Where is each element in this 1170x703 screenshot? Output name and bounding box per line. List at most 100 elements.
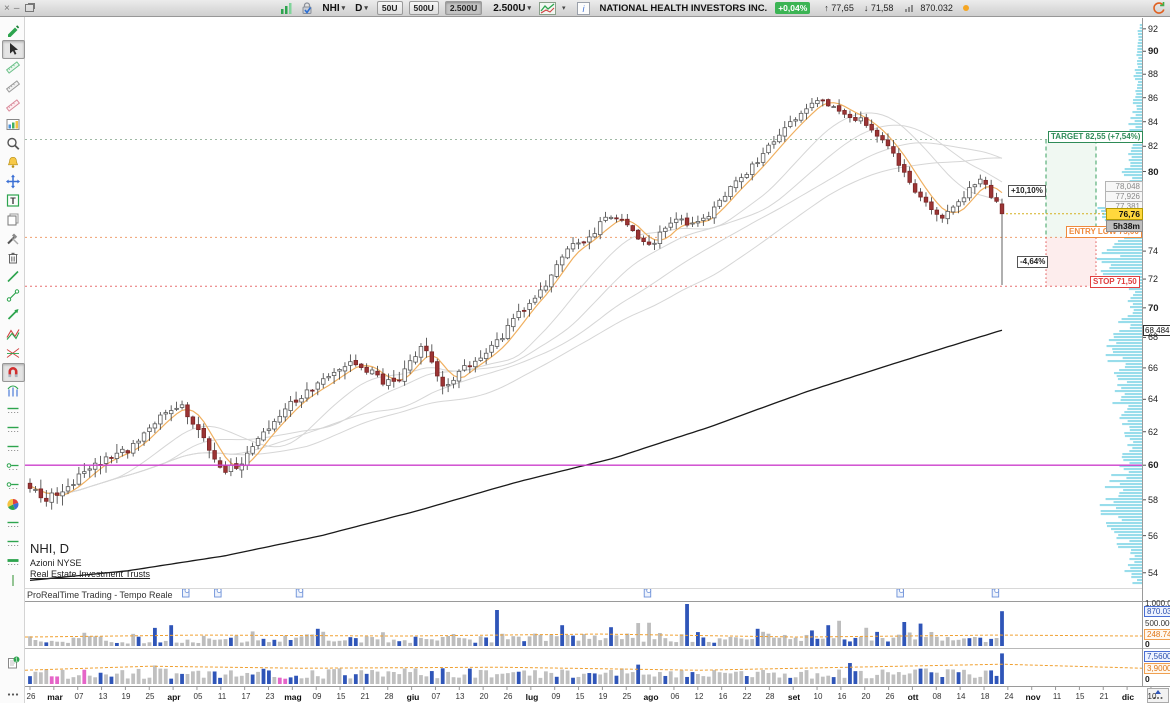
tool-cursor[interactable] [2,40,25,59]
info-icon[interactable]: i [576,1,592,16]
tool-horizontal-line-2[interactable] [2,420,25,439]
date-label-28: 12 [689,692,709,701]
tool-triangle-pattern[interactable] [2,344,25,363]
tool-horizontal-line-1[interactable] [2,401,25,420]
date-label-3: 13 [93,692,113,701]
tool-ruler-pink[interactable] [2,97,25,116]
segment-icon [6,288,20,305]
date-label-38: 08 [927,692,947,701]
tool-ruler-green[interactable] [2,59,25,78]
tool-indicator-window[interactable] [2,116,25,135]
volume-mid-label: 500.000 [1145,619,1170,628]
tool-horizontal-line-4[interactable] [2,515,25,534]
tool-circle-line-1[interactable] [2,458,25,477]
range-zero-label: 0 [1145,674,1150,684]
ruler-gray-icon [6,79,20,96]
session-countdown-label: 5h38m [1106,220,1143,232]
volume-panel-bars [25,604,1142,646]
chevron-down-icon[interactable]: ▾ [562,4,566,12]
tool-text[interactable]: T [2,192,25,211]
event-markers [183,589,999,598]
chart-sector-link[interactable]: Real Estate Investment Trusts [30,569,150,579]
units-dropdown[interactable]: 2.500U▾ [490,3,534,14]
text-icon: T [6,193,20,210]
units-dropdown-value: 2.500U [493,3,525,14]
chart-market-label: Azioni NYSE [30,558,82,568]
signal-bars-icon[interactable] [279,1,295,16]
status-dot-icon [963,5,969,11]
tool-pitchfork[interactable] [2,382,25,401]
date-label-47: 10 [1142,692,1162,701]
tool-duplicate[interactable] [2,211,25,230]
tool-trendline[interactable] [2,268,25,287]
close-window-icon[interactable]: × [4,3,10,14]
price-tick-58: 58 [1148,495,1158,505]
date-label-13: 15 [331,692,351,701]
tool-magnet[interactable] [2,363,25,382]
left-tool-rail: T1 [0,17,25,703]
date-label-16: giu [403,692,423,702]
chevron-down-icon: ▾ [364,4,368,12]
tool-horizontal-line-3[interactable] [2,439,25,458]
candlestick-series [28,97,1142,509]
tool-circle-line-2[interactable] [2,477,25,496]
date-label-27: 06 [665,692,685,701]
tool-document-badge[interactable]: 1 [2,654,25,673]
volume-profile [1097,24,1142,584]
date-label-31: 28 [760,692,780,701]
date-label-37: ott [903,692,923,702]
tool-zoom[interactable] [2,135,25,154]
tool-delete[interactable] [2,249,25,268]
chart-style-icon[interactable] [538,1,558,16]
tool-ruler-gray[interactable] [2,78,25,97]
range-average-label: 3,9000 [1144,663,1170,674]
date-label-35: 20 [856,692,876,701]
units-button-50[interactable]: 50U [377,1,403,15]
tool-color-wheel[interactable] [2,496,25,515]
tool-vertical-line[interactable] [2,572,25,591]
date-label-4: 19 [116,692,136,701]
tool-horizontal-line-thick[interactable] [2,553,25,572]
date-label-0: 26 [21,692,41,701]
tool-horizontal-line-5[interactable] [2,534,25,553]
change-badge: +0,04% [775,2,810,14]
move-icon [6,174,20,191]
minimize-window-icon[interactable]: ‒ [14,3,20,14]
symbol-value: NHI [322,3,339,14]
units-button-2500[interactable]: 2.500U [445,1,482,15]
lock-check-icon[interactable] [299,1,315,16]
tool-alerts[interactable] [2,154,25,173]
date-label-40: 18 [975,692,995,701]
units-button-500[interactable]: 500U [409,1,439,15]
date-label-26: ago [641,692,661,702]
refresh-icon[interactable] [1150,1,1166,16]
day-low: ↓ 71,58 [864,3,894,13]
tool-tools[interactable] [2,230,25,249]
tool-draw-pencil[interactable] [2,21,25,40]
tool-segment[interactable] [2,287,25,306]
price-tick-60: 60 [1148,460,1159,471]
circle-line-2-icon [6,478,20,495]
date-label-44: 15 [1070,692,1090,701]
zigzag-pattern-icon [6,326,20,343]
price-tick-84: 84 [1148,117,1158,127]
document-badge-icon: 1 [6,655,20,672]
date-label-21: lug [522,692,542,702]
restore-window-icon[interactable] [25,4,34,12]
date-label-32: set [784,692,804,702]
alerts-icon [6,155,20,172]
range-panel-bars [25,653,1142,684]
tool-move[interactable] [2,173,25,192]
date-label-23: 15 [570,692,590,701]
date-label-43: 11 [1047,692,1067,701]
trade-level-lines [25,139,1142,286]
volume-current-label: 870.032 [1144,606,1170,617]
tool-arrow[interactable] [2,306,25,325]
target-label[interactable]: TARGET 82,55 (+7,54%) [1048,131,1143,143]
stop-label[interactable]: STOP 71,50 [1090,276,1140,288]
timeframe-selector[interactable]: D▾ [352,3,371,14]
symbol-selector[interactable]: NHI▾ [319,3,348,14]
tool-zigzag-pattern[interactable] [2,325,25,344]
date-label-1: mar [45,692,65,702]
date-label-24: 19 [593,692,613,701]
